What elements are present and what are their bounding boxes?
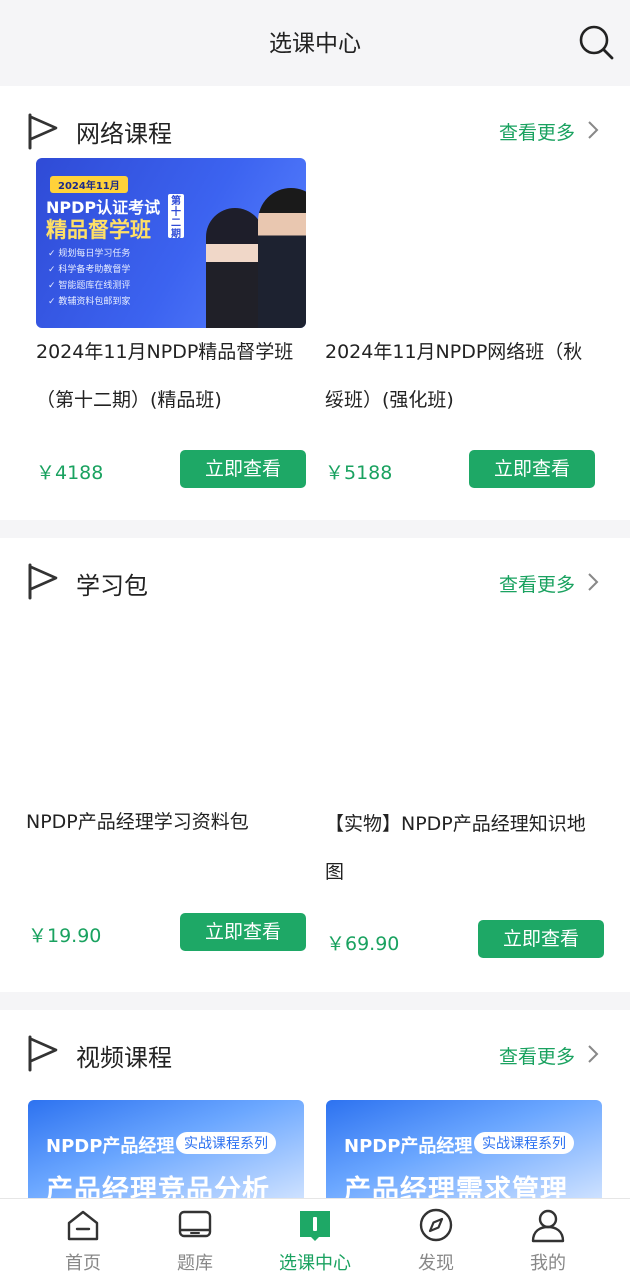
banner-bullet: ✓ 科学备考助教督学 <box>48 265 131 275</box>
compass-icon <box>419 1208 453 1242</box>
price-label: ￥4188 <box>36 462 104 484</box>
banner-badge: 实战课程系列 <box>176 1132 276 1154</box>
pack-title[interactable]: NPDP产品经理学习资料包 <box>26 798 249 846</box>
banner-tag: 第十二期 <box>168 194 184 240</box>
tab-question-bank[interactable]: 题库 <box>140 1199 250 1280</box>
flag-icon <box>26 1034 60 1072</box>
banner-bullet: ✓ 智能题库在线测评 <box>48 281 131 291</box>
flag-icon <box>26 112 60 150</box>
bottom-tab-bar: 首页 题库 选课中心 发现 我的 <box>0 1198 630 1280</box>
view-more-link[interactable]: 查看更多 <box>499 118 575 145</box>
banner-headline-2: 精品督学班 <box>46 218 151 242</box>
flag-icon <box>26 562 60 600</box>
banner-brand: NPDP产品经理 <box>46 1136 175 1157</box>
view-now-button[interactable]: 立即查看 <box>478 920 604 958</box>
price-label: ￥5188 <box>325 462 393 484</box>
pack-title[interactable]: 【实物】NPDP产品经理知识地 图 <box>325 800 586 896</box>
view-now-button[interactable]: 立即查看 <box>180 913 306 951</box>
tab-label: 选课中心 <box>279 1253 351 1274</box>
video-course-banner[interactable]: NPDP产品经理 实战课程系列 产品经理需求管理 <box>326 1100 602 1198</box>
book-icon <box>300 1211 330 1241</box>
banner-badge: 实战课程系列 <box>474 1132 574 1154</box>
course-title[interactable]: 2024年11月NPDP精品督学班 （第十二期）(精品班) <box>36 328 293 424</box>
section-video-courses: 视频课程 查看更多 NPDP产品经理 实战课程系列 产品经理竞品分析 NPDP产… <box>0 1010 630 1198</box>
chevron-right-icon[interactable] <box>586 1043 600 1065</box>
tab-mine[interactable]: 我的 <box>493 1199 603 1280</box>
chevron-right-icon[interactable] <box>586 571 600 593</box>
banner-bullets: ✓ 规划每日学习任务 ✓ 科学备考助教督学 ✓ 智能题库在线测评 ✓ 教辅资料包… <box>48 246 130 310</box>
banner-course-name: 产品经理需求管理 <box>344 1175 568 1198</box>
video-course-banner[interactable]: NPDP产品经理 实战课程系列 产品经理竞品分析 <box>28 1100 304 1198</box>
teacher-figure <box>258 188 306 328</box>
price-label: ￥19.90 <box>28 925 102 947</box>
banner-date: 2024年11月 <box>50 176 128 193</box>
tab-course-center[interactable]: 选课中心 <box>260 1199 370 1280</box>
header: 选课中心 <box>0 0 630 84</box>
course-title[interactable]: 2024年11月NPDP网络班（秋 绥班）(强化班) <box>325 328 582 424</box>
section-study-packs: 学习包 查看更多 NPDP产品经理学习资料包 【实物】NPDP产品经理知识地 图… <box>0 538 630 992</box>
laptop-icon <box>178 1210 212 1238</box>
chevron-right-icon[interactable] <box>586 119 600 141</box>
tab-label: 首页 <box>65 1253 101 1274</box>
banner-bullet: ✓ 教辅资料包邮到家 <box>48 297 131 307</box>
section-title: 学习包 <box>76 572 148 600</box>
section-online-courses: 网络课程 查看更多 2024年11月 NPDP认证考试 精品督学班 第十二期 ✓… <box>0 86 630 520</box>
teacher-figure <box>206 208 264 328</box>
page-title: 选课中心 <box>269 31 361 57</box>
tab-home[interactable]: 首页 <box>28 1199 138 1280</box>
view-now-button[interactable]: 立即查看 <box>180 450 306 488</box>
tab-discover[interactable]: 发现 <box>381 1199 491 1280</box>
tab-label: 我的 <box>530 1253 566 1274</box>
user-icon <box>531 1209 565 1243</box>
view-more-link[interactable]: 查看更多 <box>499 570 575 597</box>
app: 选课中心 网络课程 查看更多 2024年11月 NPDP认证考试 精品督学班 第… <box>0 0 630 1280</box>
price-label: ￥69.90 <box>326 933 400 955</box>
banner-bullet: ✓ 规划每日学习任务 <box>48 249 131 259</box>
tab-label: 发现 <box>418 1253 454 1274</box>
section-title: 视频课程 <box>76 1044 172 1072</box>
view-now-button[interactable]: 立即查看 <box>469 450 595 488</box>
home-icon <box>67 1210 99 1241</box>
section-title: 网络课程 <box>76 120 172 148</box>
search-icon[interactable] <box>576 22 616 62</box>
banner-course-name: 产品经理竞品分析 <box>46 1175 270 1198</box>
tab-label: 题库 <box>177 1253 213 1274</box>
course-banner-image[interactable]: 2024年11月 NPDP认证考试 精品督学班 第十二期 ✓ 规划每日学习任务 … <box>36 158 306 328</box>
banner-brand: NPDP产品经理 <box>344 1136 473 1157</box>
view-more-link[interactable]: 查看更多 <box>499 1042 575 1069</box>
